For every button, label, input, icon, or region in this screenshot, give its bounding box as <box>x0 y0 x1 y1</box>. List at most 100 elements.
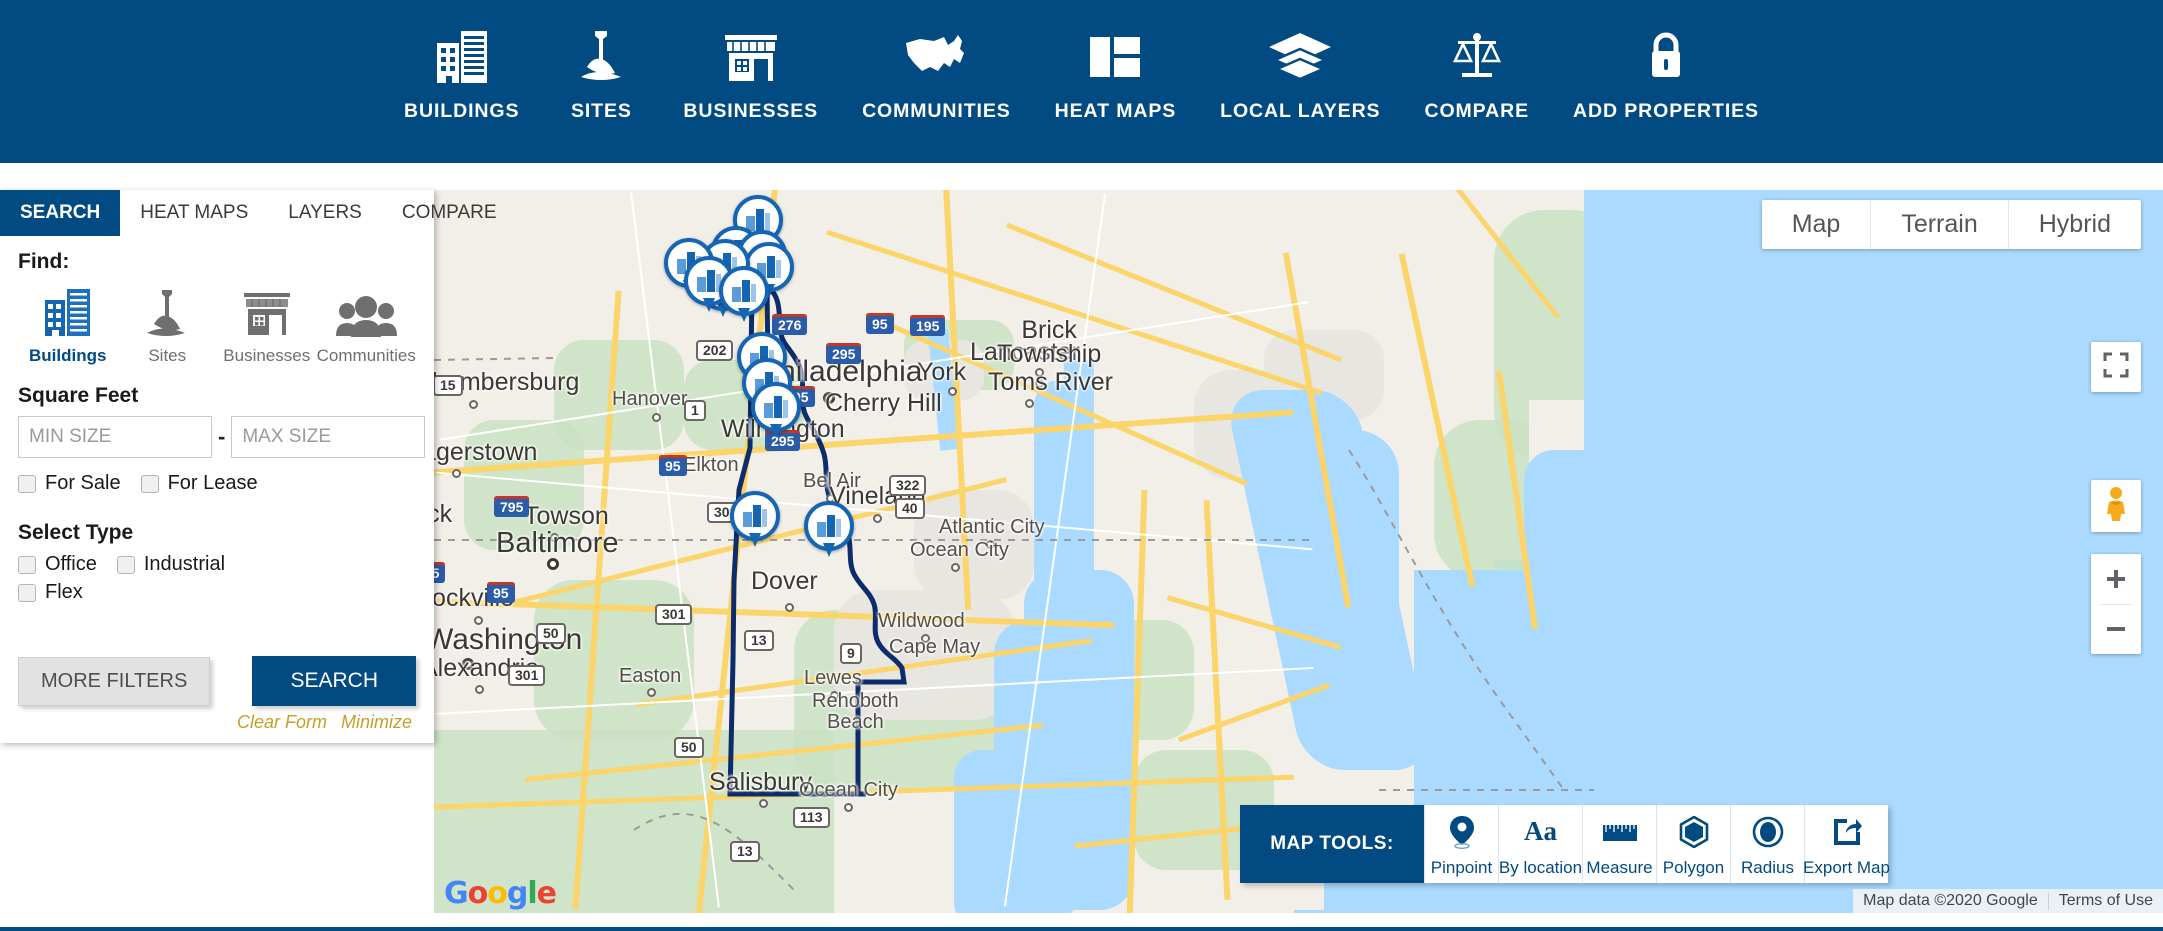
map-label: Baltimore <box>496 527 619 559</box>
map-type-terrain[interactable]: Terrain <box>1871 200 2009 249</box>
tool-label-polygon: Polygon <box>1662 858 1725 877</box>
nav-item-compare[interactable]: COMPARE <box>1402 26 1551 123</box>
minimize-link[interactable]: Minimize <box>341 712 412 733</box>
find-label: Find: <box>18 250 70 273</box>
industrial-label: Industrial <box>143 553 226 575</box>
zoom-controls <box>2091 554 2141 654</box>
map-label: Hagerstown <box>434 438 538 466</box>
buildings-icon <box>44 280 92 338</box>
property-cluster-marker[interactable] <box>719 266 769 322</box>
find-option-businesses[interactable]: Businesses <box>217 280 317 366</box>
max-size-input[interactable] <box>231 416 426 458</box>
for-lease-checkbox[interactable] <box>140 474 159 493</box>
property-cluster-marker[interactable] <box>804 501 854 557</box>
tool-export-map[interactable]: Export Map <box>1803 805 1890 883</box>
zoom-out-button[interactable] <box>2091 605 2141 654</box>
highway-shield: 50 <box>536 623 566 644</box>
office-checkbox[interactable] <box>18 555 36 574</box>
square-feet-label: Square Feet <box>18 384 139 407</box>
type-checkbox-group: Office Industrial Flex <box>18 553 416 604</box>
for-sale-checkbox[interactable] <box>18 474 36 493</box>
min-size-input[interactable] <box>18 416 212 458</box>
highway-shield: 50 <box>674 737 704 758</box>
city-dot <box>475 685 484 694</box>
city-dot <box>652 413 661 422</box>
tab-heat-maps[interactable]: HEAT MAPS <box>120 190 268 236</box>
highway-shield: 301 <box>508 665 546 686</box>
find-option-buildings[interactable]: Buildings <box>18 280 118 366</box>
tab-search[interactable]: SEARCH <box>0 190 121 236</box>
nav-label-add-properties: ADD PROPERTIES <box>1573 100 1759 122</box>
type-row-2: Flex <box>18 581 416 604</box>
office-label: Office <box>45 553 97 575</box>
property-cluster-marker[interactable] <box>730 491 780 547</box>
tool-polygon[interactable]: Polygon <box>1656 805 1730 883</box>
nav-label-compare: COMPARE <box>1424 100 1529 122</box>
zoom-in-button[interactable] <box>2091 555 2141 604</box>
clear-form-link[interactable]: Clear Form <box>237 712 327 733</box>
nav-item-add-properties[interactable]: ADD PROPERTIES <box>1551 26 1781 123</box>
property-cluster-marker[interactable] <box>751 382 801 438</box>
find-option-communities[interactable]: Communities <box>317 280 417 366</box>
map-label: Wildwood <box>878 610 965 632</box>
map-label: Dover <box>751 567 818 595</box>
map-label: Ocean City <box>799 779 898 801</box>
map-type-map[interactable]: Map <box>1761 200 1872 249</box>
panel-buttons: MORE FILTERS SEARCH <box>18 656 416 706</box>
map-label: Cherry Hill <box>825 389 942 417</box>
find-option-sites[interactable]: Sites <box>118 280 218 366</box>
nav-item-sites[interactable]: SITES <box>541 26 661 123</box>
type-row-1: Office Industrial <box>18 553 416 576</box>
city-dot <box>1025 399 1034 408</box>
industrial-checkbox[interactable] <box>116 555 135 574</box>
tool-pinpoint[interactable]: Pinpoint <box>1424 805 1498 883</box>
fullscreen-button[interactable] <box>2091 342 2141 392</box>
scales-icon <box>1450 26 1504 88</box>
nav-item-communities[interactable]: COMMUNITIES <box>840 26 1033 123</box>
search-button[interactable]: SEARCH <box>252 656 416 706</box>
nav-item-local-layers[interactable]: LOCAL LAYERS <box>1198 26 1402 123</box>
city-dot <box>844 803 853 812</box>
nav-item-buildings[interactable]: BUILDINGS <box>382 26 541 123</box>
highway-shield: 40 <box>895 498 925 519</box>
tool-label-pinpoint: Pinpoint <box>1430 858 1493 877</box>
flex-checkbox[interactable] <box>18 583 36 602</box>
street-view-button[interactable] <box>2091 480 2141 532</box>
people-icon <box>335 280 398 338</box>
for-sale-label: For Sale <box>45 472 121 494</box>
tab-layers[interactable]: LAYERS <box>268 190 382 236</box>
nav-divider <box>0 163 2163 167</box>
highway-shield: 95 <box>866 313 894 334</box>
grid-panels-icon <box>1088 26 1142 88</box>
highway-shield: 195 <box>910 315 946 336</box>
export-icon <box>1832 805 1862 858</box>
more-filters-button[interactable]: MORE FILTERS <box>18 656 211 706</box>
map-label: Ocean City <box>910 539 1009 561</box>
nav-item-businesses[interactable]: BUSINESSES <box>661 26 840 123</box>
tool-measure[interactable]: Measure <box>1582 805 1656 883</box>
usa-map-icon <box>904 26 968 88</box>
map-tools-title: MAP TOOLS: <box>1240 805 1424 883</box>
highway-shield: 795 <box>494 496 530 517</box>
pegman-icon <box>2103 486 2129 527</box>
storefront-icon <box>242 280 292 338</box>
google-logo: Google <box>444 876 557 911</box>
tool-by-location[interactable]: Aa By location <box>1498 805 1582 883</box>
map-type-hybrid[interactable]: Hybrid <box>2008 200 2141 249</box>
terms-of-use-link[interactable]: Terms of Use <box>2049 889 2163 913</box>
tool-radius[interactable]: Radius <box>1730 805 1804 883</box>
map-attribution: Map data ©2020 Google Terms of Use <box>1853 889 2163 913</box>
availability-checkboxes: For Sale For Lease <box>18 472 416 495</box>
ruler-icon <box>1602 805 1638 858</box>
square-feet-range: - <box>18 416 426 458</box>
city-dot <box>547 558 559 570</box>
panel-body: Find: Buildings Sites Businesses Communi… <box>0 236 434 743</box>
nav-item-heat-maps[interactable]: HEAT MAPS <box>1033 26 1199 123</box>
text-aa-icon: Aa <box>1524 816 1557 846</box>
map-label: York <box>917 358 967 386</box>
map-label: Salisbury <box>709 768 812 796</box>
map-label: Brick Township <box>997 316 1102 368</box>
nav-label-communities: COMMUNITIES <box>862 100 1011 122</box>
panel-links: Clear Form Minimize <box>18 706 416 743</box>
tab-compare[interactable]: COMPARE <box>382 190 517 236</box>
